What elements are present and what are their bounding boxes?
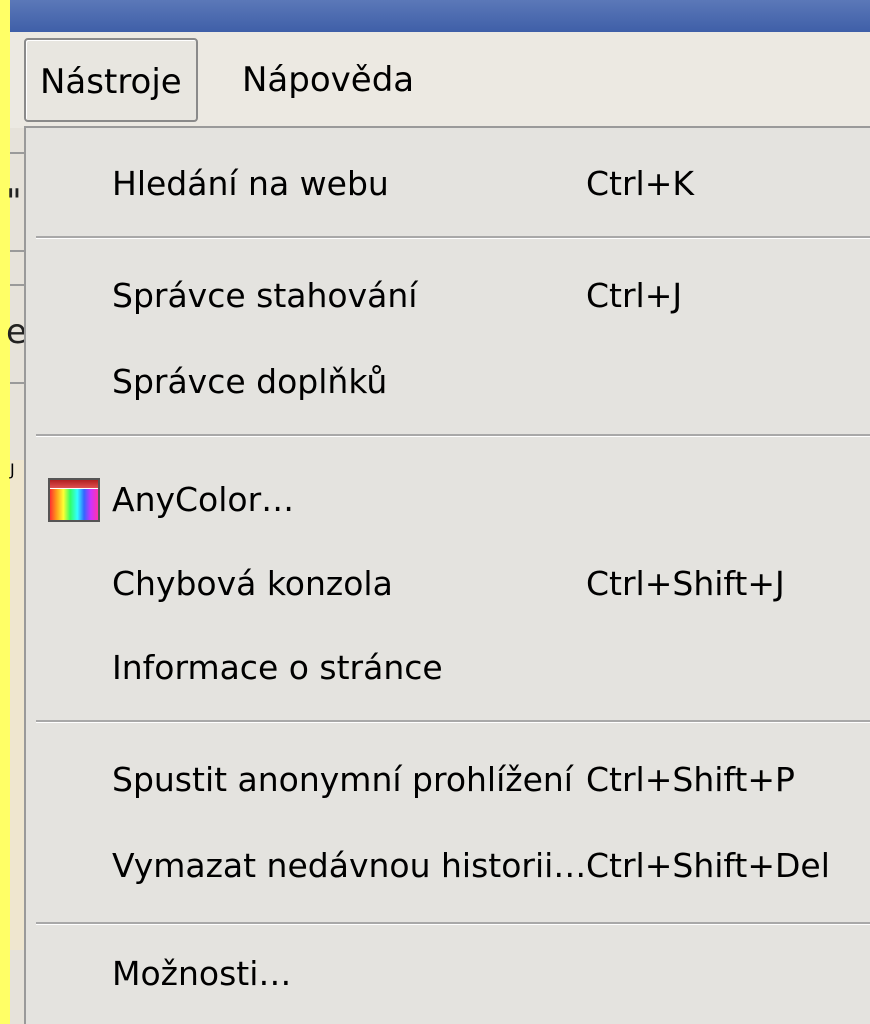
anycolor-palette-icon [48,478,100,522]
menu-item-private-browsing[interactable]: Spustit anonymní prohlížení Ctrl+Shift+P [26,740,870,820]
tools-dropdown-menu: Hledání na webu Ctrl+K Správce stahování… [24,126,870,1024]
menu-item-label: Vymazat nedávnou historii… [112,846,587,885]
menu-item-addons-manager[interactable]: Správce doplňků [26,342,870,422]
menu-item-web-search[interactable]: Hledání na webu Ctrl+K [26,144,870,224]
menu-item-label: AnyColor… [112,480,295,519]
menu-item-clear-history[interactable]: Vymazat nedávnou historii… Ctrl+Shift+De… [26,826,870,906]
menu-item-error-console[interactable]: Chybová konzola Ctrl+Shift+J [26,544,870,624]
menu-item-download-manager[interactable]: Správce stahování Ctrl+J [26,256,870,336]
menu-item-page-info[interactable]: Informace o stránce [26,628,870,708]
menu-separator [36,720,870,723]
menubar: Nástroje Nápověda [10,32,870,128]
menu-help[interactable]: Nápověda [228,38,428,122]
menu-tools[interactable]: Nástroje [24,38,198,122]
window-title-strip [10,0,870,32]
menu-item-shortcut: Ctrl+Shift+J [586,564,785,603]
menu-item-label: Informace o stránce [112,648,443,687]
menu-separator [36,922,870,925]
menu-help-label: Nápověda [242,60,415,100]
background-text-fragment: " [6,182,22,222]
menu-separator [36,236,870,239]
menu-item-label: Hledání na webu [112,164,389,203]
menu-item-label: Spustit anonymní prohlížení [112,760,573,799]
menu-item-label: Správce doplňků [112,362,388,401]
menu-item-options[interactable]: Možnosti… [26,934,870,1014]
menu-item-label: Správce stahování [112,276,418,315]
menu-item-shortcut: Ctrl+Shift+P [586,760,795,799]
menu-item-shortcut: Ctrl+K [586,164,695,203]
menu-item-shortcut: Ctrl+J [586,276,683,315]
screen: " e J Nástroje Nápověda Hledání na webu … [0,0,870,1024]
background-text-fragment: J [10,460,15,479]
menu-item-label: Chybová konzola [112,564,393,603]
menu-separator [36,434,870,437]
menu-item-shortcut: Ctrl+Shift+Del [586,846,830,885]
menu-item-label: Možnosti… [112,954,292,993]
menu-item-anycolor[interactable]: AnyColor… [26,460,870,540]
menu-tools-label: Nástroje [40,62,182,102]
